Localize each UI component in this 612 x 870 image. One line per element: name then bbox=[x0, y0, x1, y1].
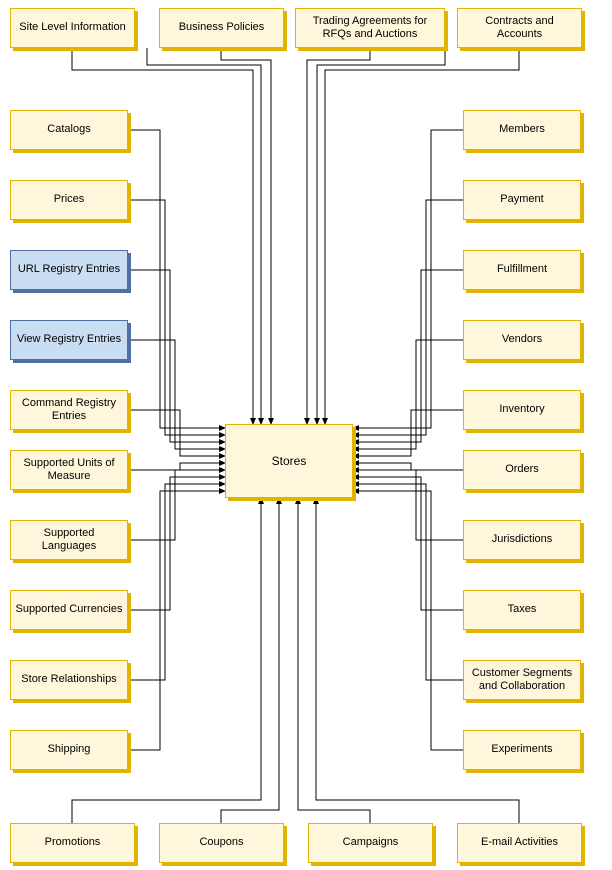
node-experiments: Experiments bbox=[463, 730, 581, 770]
node-catalogs: Catalogs bbox=[10, 110, 128, 150]
node-jurisdictions: Jurisdictions bbox=[463, 520, 581, 560]
node-inventory: Inventory bbox=[463, 390, 581, 430]
stores-label: Stores bbox=[272, 454, 307, 468]
node-email-activities: E-mail Activities bbox=[457, 823, 582, 863]
node-view-registry-entries: View Registry Entries bbox=[10, 320, 128, 360]
node-contracts-accounts: Contracts and Accounts bbox=[457, 8, 582, 48]
node-orders: Orders bbox=[463, 450, 581, 490]
node-supported-languages: Supported Languages bbox=[10, 520, 128, 560]
node-campaigns: Campaigns bbox=[308, 823, 433, 863]
node-promotions: Promotions bbox=[10, 823, 135, 863]
node-members: Members bbox=[463, 110, 581, 150]
node-trading-agreements: Trading Agreements for RFQs and Auctions bbox=[295, 8, 445, 48]
node-url-registry-entries: URL Registry Entries bbox=[10, 250, 128, 290]
node-site-level-information: Site Level Information bbox=[10, 8, 135, 48]
node-store-relationships: Store Relationships bbox=[10, 660, 128, 700]
node-vendors: Vendors bbox=[463, 320, 581, 360]
node-customer-segments: Customer Segments and Collaboration bbox=[463, 660, 581, 700]
node-supported-currencies: Supported Currencies bbox=[10, 590, 128, 630]
node-shipping: Shipping bbox=[10, 730, 128, 770]
node-fulfillment: Fulfillment bbox=[463, 250, 581, 290]
node-command-registry-entries: Command Registry Entries bbox=[10, 390, 128, 430]
node-supported-units-measure: Supported Units of Measure bbox=[10, 450, 128, 490]
node-payment: Payment bbox=[463, 180, 581, 220]
node-coupons: Coupons bbox=[159, 823, 284, 863]
node-business-policies: Business Policies bbox=[159, 8, 284, 48]
node-taxes: Taxes bbox=[463, 590, 581, 630]
stores-center-node: Stores bbox=[225, 424, 353, 498]
node-prices: Prices bbox=[10, 180, 128, 220]
